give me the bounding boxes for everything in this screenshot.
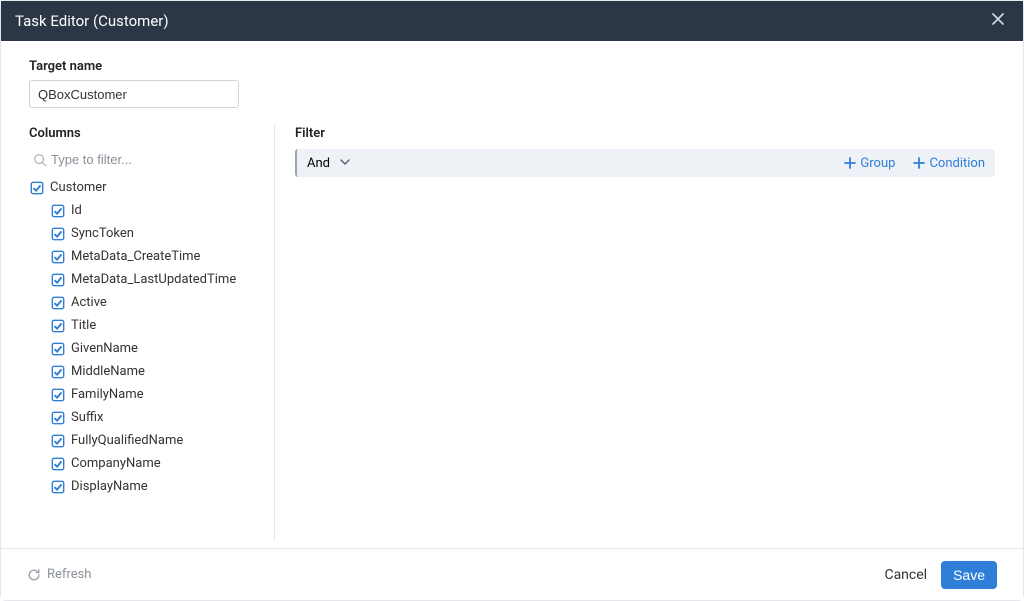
- tree-item[interactable]: DisplayName: [29, 475, 254, 498]
- columns-title: Columns: [29, 126, 254, 141]
- plus-icon: [844, 157, 856, 169]
- dialog-header: Task Editor (Customer): [1, 1, 1023, 41]
- tree-item-label: MiddleName: [71, 364, 145, 379]
- tree-item-label: Title: [71, 318, 96, 333]
- tree-item-label: SyncToken: [71, 226, 134, 241]
- plus-icon: [913, 157, 925, 169]
- add-condition-button[interactable]: Condition: [913, 156, 985, 171]
- checkbox-checked-icon: [51, 204, 65, 218]
- tree-item-label: MetaData_CreateTime: [71, 249, 200, 264]
- tree-item-label: MetaData_LastUpdatedTime: [71, 272, 236, 287]
- vertical-divider: [274, 124, 275, 542]
- tree-item[interactable]: GivenName: [29, 337, 254, 360]
- tree-item-label: FamilyName: [71, 387, 144, 402]
- checkbox-checked-icon: [51, 388, 65, 402]
- tree-item[interactable]: FullyQualifiedName: [29, 429, 254, 452]
- checkbox-checked-icon: [30, 181, 44, 195]
- target-name-input[interactable]: [29, 80, 239, 108]
- tree-item-label: FullyQualifiedName: [71, 433, 183, 448]
- tree-item[interactable]: MetaData_LastUpdatedTime: [29, 268, 254, 291]
- checkbox-checked-icon: [51, 250, 65, 264]
- tree-item[interactable]: Suffix: [29, 406, 254, 429]
- chevron-down-icon: [340, 156, 350, 171]
- checkbox-checked-icon: [51, 273, 65, 287]
- checkbox-checked-icon: [51, 365, 65, 379]
- tree-item[interactable]: Active: [29, 291, 254, 314]
- checkbox-checked-icon: [51, 480, 65, 494]
- dialog-title: Task Editor (Customer): [15, 12, 169, 30]
- checkbox-checked-icon: [51, 457, 65, 471]
- add-group-button[interactable]: Group: [844, 156, 895, 171]
- tree-item-label: GivenName: [71, 341, 138, 356]
- target-name-label: Target name: [29, 59, 995, 74]
- add-condition-label: Condition: [929, 156, 985, 171]
- checkbox-checked-icon: [51, 411, 65, 425]
- tree-item-label: CompanyName: [71, 456, 161, 471]
- tree-item[interactable]: Title: [29, 314, 254, 337]
- checkbox-checked-icon: [51, 296, 65, 310]
- checkbox-checked-icon: [51, 434, 65, 448]
- tree-item-label: Id: [71, 203, 82, 218]
- checkbox-checked-icon: [51, 227, 65, 241]
- close-icon[interactable]: [987, 8, 1009, 34]
- filter-operator-select[interactable]: And: [307, 156, 350, 171]
- tree-item[interactable]: MiddleName: [29, 360, 254, 383]
- filter-title: Filter: [295, 126, 995, 141]
- tree-item-label: Active: [71, 295, 107, 310]
- add-group-label: Group: [860, 156, 895, 171]
- tree-item[interactable]: Id: [29, 199, 254, 222]
- save-button[interactable]: Save: [941, 561, 997, 589]
- columns-tree[interactable]: Customer Id SyncToken MetaData_CreateTime Me…: [29, 176, 254, 550]
- cancel-button[interactable]: Cancel: [884, 567, 927, 583]
- tree-item[interactable]: SyncToken: [29, 222, 254, 245]
- tree-item[interactable]: FamilyName: [29, 383, 254, 406]
- tree-item-label: Suffix: [71, 410, 103, 425]
- tree-item[interactable]: CompanyName: [29, 452, 254, 475]
- checkbox-checked-icon: [51, 342, 65, 356]
- refresh-label: Refresh: [47, 567, 91, 582]
- tree-item-label: DisplayName: [71, 479, 148, 494]
- columns-filter-input[interactable]: [29, 149, 254, 170]
- refresh-button[interactable]: Refresh: [27, 567, 91, 582]
- tree-item-label: Customer: [50, 180, 107, 195]
- tree-root-customer[interactable]: Customer: [29, 176, 254, 199]
- checkbox-checked-icon: [51, 319, 65, 333]
- refresh-icon: [27, 568, 41, 582]
- tree-item[interactable]: MetaData_CreateTime: [29, 245, 254, 268]
- filter-operator-label: And: [307, 156, 330, 171]
- filter-root-group: And Group Condition: [295, 149, 995, 177]
